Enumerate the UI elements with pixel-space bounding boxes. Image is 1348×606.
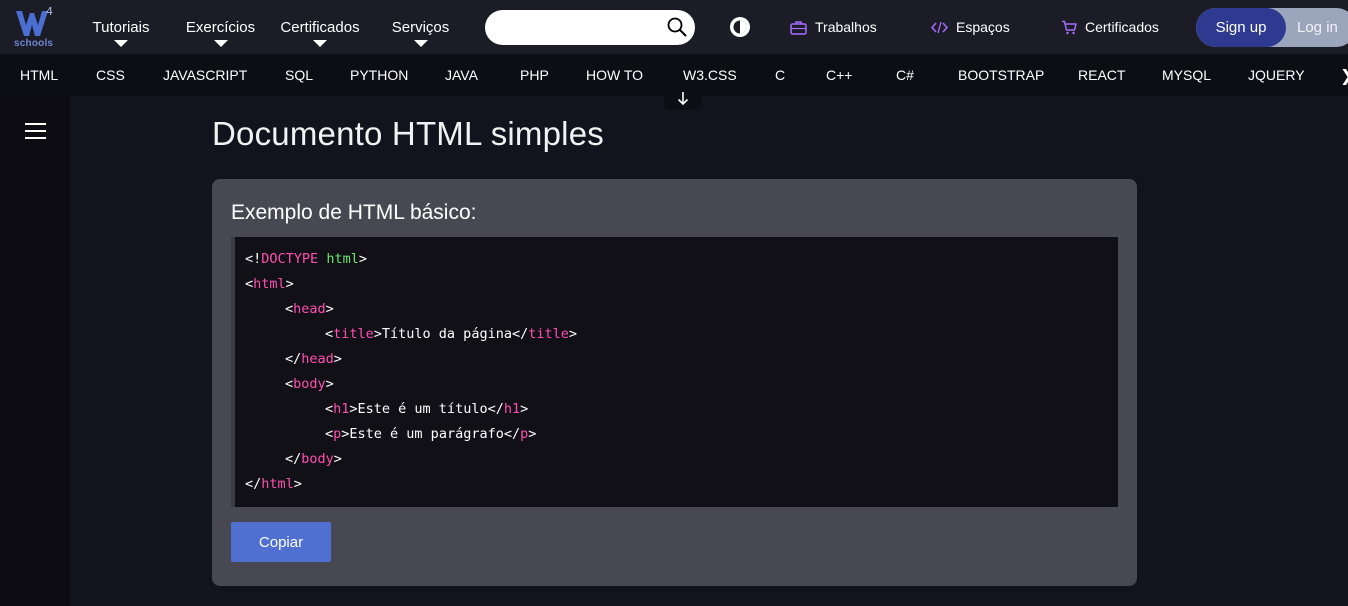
subject-csharp[interactable]: C# [896, 54, 914, 96]
code-line: </head> [285, 351, 342, 367]
subject-howto[interactable]: HOW TO [586, 54, 643, 96]
certificates-label: Certificados [1085, 19, 1159, 35]
top-navbar: 4 schools Tutoriais Exercícios Certifica… [0, 0, 1348, 54]
code-line: <head> [285, 301, 334, 317]
subject-react[interactable]: REACT [1078, 54, 1125, 96]
logo-superscript: 4 [46, 5, 53, 18]
subject-cpp[interactable]: C++ [826, 54, 852, 96]
search-icon[interactable] [667, 17, 687, 37]
jobs-label: Trabalhos [815, 19, 877, 35]
code-line: </body> [285, 451, 342, 467]
copy-button[interactable]: Copiar [231, 522, 331, 562]
nav-certificates[interactable]: Certificados [277, 0, 363, 54]
nav-certificates-label: Certificados [280, 19, 360, 36]
code-line: <h1>Este é um título</h1> [325, 401, 529, 417]
nav-tutorials-label: Tutoriais [92, 19, 150, 36]
subject-javascript[interactable]: JAVASCRIPT [163, 54, 247, 96]
sidebar [0, 96, 70, 606]
chevron-down-icon [213, 40, 228, 47]
subject-sql[interactable]: SQL [285, 54, 313, 96]
jobs-link[interactable]: Trabalhos [790, 0, 877, 54]
search-box [485, 10, 695, 45]
code-line: </html> [245, 476, 302, 492]
nav-exercises[interactable]: Exercícios [186, 0, 255, 54]
cart-icon [1062, 20, 1077, 34]
code-block: <!DOCTYPE html> <html> <head> <title>Tít… [231, 237, 1118, 507]
logo-wordmark: schools [14, 38, 54, 49]
w3-logo-icon [16, 11, 48, 36]
subject-php[interactable]: PHP [520, 54, 549, 96]
nav-services-label: Serviços [391, 19, 450, 36]
briefcase-icon [790, 20, 807, 35]
subject-jquery[interactable]: JQUERY [1248, 54, 1305, 96]
code-line: <body> [285, 376, 334, 392]
subject-css[interactable]: CSS [96, 54, 125, 96]
code-line: <html> [245, 276, 294, 292]
subject-c[interactable]: C [775, 54, 785, 96]
spaces-label: Espaços [956, 19, 1010, 35]
code-line: <title>Título da página</title> [325, 326, 577, 342]
page-title: Documento HTML simples [212, 115, 604, 152]
subject-html[interactable]: HTML [20, 54, 58, 96]
nav-exercises-label: Exercícios [185, 19, 256, 36]
code-line: <p>Este é um parágrafo</p> [325, 426, 537, 442]
subject-python[interactable]: PYTHON [350, 54, 408, 96]
code-icon [931, 21, 948, 33]
hamburger-icon[interactable] [25, 123, 46, 144]
search-input[interactable] [499, 17, 659, 38]
chevron-down-icon [114, 40, 128, 47]
example-title: Exemplo de HTML básico: [231, 201, 477, 224]
nav-tutorials[interactable]: Tutoriais [90, 0, 152, 54]
certificates-link[interactable]: Certificados [1061, 0, 1159, 54]
subjects-expand-tab[interactable] [664, 88, 702, 110]
example-panel: Exemplo de HTML básico: <!DOCTYPE html> … [212, 179, 1137, 586]
spaces-link[interactable]: Espaços [931, 0, 1010, 54]
subject-bootstrap[interactable]: BOOTSTRAP [958, 54, 1044, 96]
chevron-down-icon [313, 40, 327, 47]
nav-services[interactable]: Serviços [391, 0, 450, 54]
subject-java[interactable]: JAVA [445, 54, 478, 96]
auth-group: Sign up Log in [1196, 8, 1348, 47]
login-button[interactable]: Log in [1286, 8, 1348, 47]
theme-toggle-icon[interactable] [729, 16, 751, 38]
arrow-down-icon [677, 92, 689, 106]
subject-mysql[interactable]: MYSQL [1162, 54, 1211, 96]
code-line: <!DOCTYPE html> [245, 251, 367, 267]
w3schools-logo[interactable]: 4 schools [12, 5, 60, 50]
chevron-down-icon [413, 40, 428, 47]
signup-button[interactable]: Sign up [1196, 8, 1286, 47]
chevron-right-icon[interactable]: ❯ [1340, 66, 1348, 86]
